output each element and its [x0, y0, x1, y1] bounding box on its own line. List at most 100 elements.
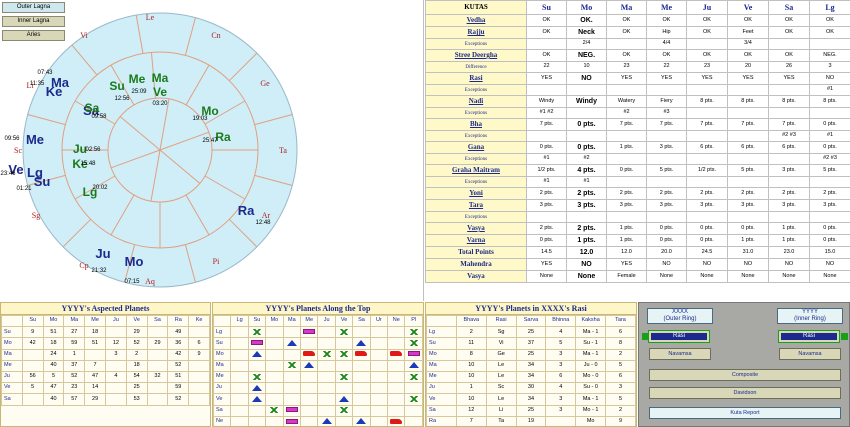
kutas-header: KUTAS	[425, 0, 527, 15]
kutas-cell: 2/4	[566, 38, 607, 50]
trine-symbol	[252, 395, 263, 402]
along-top-cell	[334, 370, 354, 384]
kutas-cell: OK	[809, 14, 850, 27]
along-top-row: Mo	[213, 348, 423, 361]
along-top-cell	[369, 404, 389, 417]
kutas-label[interactable]: Stree Deergha	[425, 49, 527, 62]
kutas-row: Exceptions	[425, 211, 850, 223]
along-top-col-header: Mo	[265, 314, 284, 328]
aspected-col-header: Ke	[188, 314, 210, 328]
kutas-row: Exceptions 2/4 4/4 3/4	[425, 38, 850, 50]
along-top-cell	[352, 370, 371, 384]
rasi-col-header: Sarva	[515, 314, 547, 328]
outer-navamsa-button[interactable]: Navamsa	[649, 348, 711, 360]
kutas-cell	[809, 211, 850, 223]
sign-label: Cn	[211, 31, 220, 40]
kutas-cell: 1 pts.	[606, 222, 647, 235]
inner-planet-label: Su	[109, 79, 124, 93]
aspected-row: Su 9 51 27 18 29 49	[1, 326, 210, 339]
kutas-label[interactable]: Yoni	[425, 187, 527, 200]
along-top-cell	[387, 370, 406, 384]
kutas-label[interactable]: Rasi	[425, 72, 527, 85]
outer-lagna-button[interactable]: Outer Lagna	[2, 2, 65, 13]
trine-symbol	[356, 339, 367, 346]
kutas-cell: OK	[768, 26, 810, 39]
square-symbol	[390, 418, 403, 424]
kutas-cell: 6 pts.	[727, 141, 769, 154]
kutas-cell: NO	[566, 258, 607, 271]
along-top-row-header: Lg	[213, 326, 232, 339]
kutas-cell: NEG.	[809, 49, 850, 62]
along-top-cell	[334, 404, 354, 417]
kutas-label[interactable]: Vasya	[425, 222, 527, 235]
chart-controls-panel: XXXX (Outer Ring) YYYY (Inner Ring) Rasi…	[638, 302, 850, 427]
rasi-cell: 10	[455, 370, 487, 384]
kutas-label[interactable]: Bha	[425, 118, 527, 131]
aspected-cell	[188, 359, 210, 372]
along-top-cell	[334, 337, 354, 350]
inner-lagna-button[interactable]: Inner Lagna	[2, 16, 65, 27]
aspected-row: Ve 5 47 23 14 25 59	[1, 382, 210, 395]
sign-label: Sg	[32, 211, 40, 220]
sextile-symbol	[286, 362, 297, 369]
outer-rasi-button[interactable]: Rasi	[648, 330, 710, 343]
kutas-label[interactable]: Gana	[425, 141, 527, 154]
sign-label: Sc	[14, 146, 22, 155]
kutas-cell: OK	[768, 14, 810, 27]
aspected-row: Ma 24 1 3 2 42 9	[1, 348, 210, 361]
biwheel-chart: LeCnGeTaArPiAqCpSgScLiViMaKeSaMeVe LgSuJu…	[0, 12, 298, 288]
kutas-label[interactable]: Nadi	[425, 95, 527, 108]
aspected-cell	[104, 326, 127, 339]
kutas-cell: 2 pts.	[809, 187, 850, 200]
inner-navamsa-button[interactable]: Navamsa	[779, 348, 841, 360]
kutas-label[interactable]: Varna	[425, 234, 527, 247]
rasi-cell: 25	[515, 348, 547, 361]
kutas-cell: 2 pts.	[727, 187, 769, 200]
planet-time-label: 25:47	[202, 138, 218, 144]
along-top-cell	[404, 359, 423, 372]
composite-button[interactable]: Composite	[649, 369, 841, 381]
along-top-cell	[369, 359, 389, 372]
planet-time-label: 23:46	[0, 171, 16, 177]
aspected-cell	[104, 359, 127, 372]
aspected-row-header: Sa	[1, 393, 23, 406]
kutas-cell	[686, 107, 728, 119]
kutas-table: KUTAS Su Mo Ma Me Ju Ve Sa Lg Vedha OK OK. OK OK OK OK…	[425, 0, 850, 283]
kutas-label[interactable]: Rajju	[425, 26, 527, 39]
aries-button[interactable]: Aries	[2, 30, 65, 41]
rasi-cell: Le	[485, 393, 517, 406]
along-top-cell	[317, 370, 336, 384]
kutas-cell: NO	[809, 258, 850, 271]
kutas-cell: YES	[606, 258, 647, 271]
along-top-cell	[247, 382, 267, 395]
along-top-cell	[387, 337, 406, 350]
kutas-cell: OK	[809, 26, 850, 39]
kutas-cell: OK	[526, 26, 567, 39]
kutas-sublabel: Exceptions	[425, 107, 527, 119]
kuta-report-button[interactable]: Kuta Report	[649, 407, 841, 419]
davidson-button[interactable]: Davidson	[649, 387, 841, 399]
kutas-cell: 31.0	[727, 246, 769, 259]
aspected-cell: 51	[84, 337, 106, 350]
kutas-label[interactable]: Graha Maitram	[425, 164, 527, 177]
kutas-label[interactable]: Vedha	[425, 14, 527, 27]
rasi-cell: 6	[605, 370, 636, 384]
rasi-row-header: Me	[426, 370, 457, 384]
square-symbol	[390, 351, 403, 357]
kutas-cell	[566, 107, 607, 119]
kutas-cell	[768, 84, 810, 96]
kutas-cell: 1/2 pts.	[526, 164, 567, 177]
kutas-cell: 8 pts.	[727, 95, 769, 108]
kutas-cell: 5 pts.	[646, 164, 687, 177]
aspected-cell: 1	[63, 348, 86, 361]
inner-rasi-indicator	[841, 333, 848, 340]
along-top-cell	[369, 415, 389, 426]
kutas-cell: 7 pts.	[768, 118, 810, 131]
trine-symbol	[286, 339, 297, 346]
outer-planet-label: Ke	[46, 84, 63, 99]
aspected-row: Sa 40 57 29 53 52	[1, 393, 210, 406]
inner-rasi-button[interactable]: Rasi	[778, 330, 840, 343]
kutas-label[interactable]: Tara	[425, 199, 527, 212]
kutas-cell: 3 pts.	[686, 199, 728, 212]
kutas-cell: 0 pts.	[809, 118, 850, 131]
